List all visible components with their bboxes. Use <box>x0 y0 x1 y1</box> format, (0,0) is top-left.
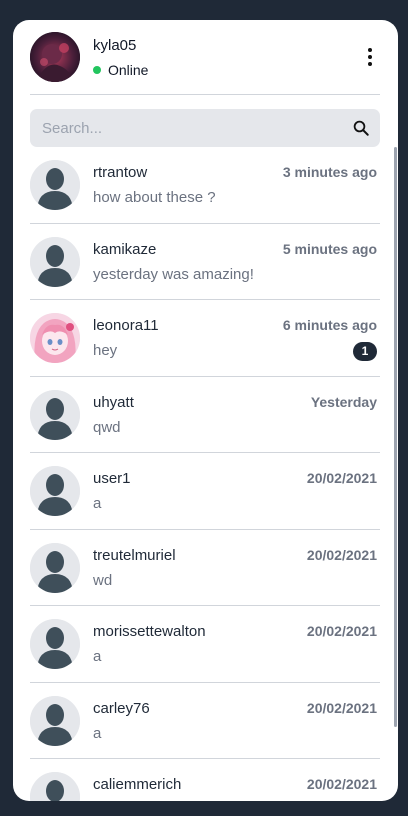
conversation-item[interactable]: kamikaze yesterday was amazing! 5 minute… <box>30 224 380 300</box>
contact-name: leonora11 <box>93 317 159 334</box>
timestamp: 20/02/2021 <box>306 623 377 639</box>
last-message: yesterday was amazing! <box>93 265 254 283</box>
conversation-item[interactable]: leonora11 hey 6 minutes ago 1 <box>30 300 380 377</box>
conversation-item[interactable]: caliemmerich 20/02/2021 <box>30 759 380 801</box>
default-avatar-icon <box>30 160 80 210</box>
last-message: qwd <box>93 418 121 436</box>
last-message: a <box>93 648 102 665</box>
timestamp: 5 minutes ago <box>282 240 377 257</box>
conversation-list: rtrantow how about these ? 3 minutes ago… <box>30 147 380 801</box>
unread-count-badge: 1 <box>353 342 377 361</box>
last-message: wd <box>93 571 113 589</box>
conversation-item[interactable]: uhyatt qwd Yesterday <box>30 377 380 453</box>
more-options-icon[interactable] <box>360 44 380 70</box>
profile-header: kyla05 Online <box>30 32 380 95</box>
status-label: Online <box>108 62 149 78</box>
timestamp: 20/02/2021 <box>306 546 377 563</box>
contact-name: treutelmuriel <box>93 546 176 564</box>
last-message: a <box>93 495 102 512</box>
online-dot-icon <box>93 66 101 74</box>
contact-name: uhyatt <box>93 393 134 411</box>
conversation-item[interactable]: user1 a 20/02/2021 <box>30 453 380 530</box>
username: kyla05 <box>93 37 137 54</box>
chat-list-panel: kyla05 Online rtrantow how about these ?… <box>13 20 398 801</box>
conversation-item[interactable]: morissettewalton a 20/02/2021 <box>30 606 380 683</box>
timestamp: 6 minutes ago <box>282 317 377 333</box>
timestamp: Yesterday <box>310 393 377 410</box>
user-avatar[interactable] <box>30 32 80 82</box>
status-indicator: Online <box>93 62 148 78</box>
default-avatar-icon <box>30 389 80 440</box>
contact-name: morissettewalton <box>93 623 206 640</box>
list-scrollbar[interactable] <box>394 147 397 727</box>
conversation-item[interactable]: treutelmuriel wd 20/02/2021 <box>30 530 380 606</box>
contact-name: carley76 <box>93 699 150 717</box>
default-avatar-icon <box>30 772 80 801</box>
timestamp: 20/02/2021 <box>306 470 377 486</box>
contact-name: user1 <box>93 470 131 487</box>
conversation-item[interactable]: carley76 a 20/02/2021 <box>30 683 380 759</box>
search-input[interactable] <box>30 109 340 147</box>
default-avatar-icon <box>30 619 80 669</box>
default-avatar-icon <box>30 466 80 516</box>
timestamp: 20/02/2021 <box>306 699 377 716</box>
contact-name: caliemmerich <box>93 776 182 793</box>
default-avatar-icon <box>30 542 80 593</box>
timestamp: 20/02/2021 <box>306 776 377 792</box>
search-bar <box>30 109 380 147</box>
last-message: a <box>93 724 102 742</box>
contact-name: rtrantow <box>93 164 148 181</box>
anime-avatar <box>30 313 80 363</box>
search-icon[interactable] <box>352 119 370 137</box>
last-message: hey <box>93 342 118 359</box>
contact-name: kamikaze <box>93 240 157 258</box>
conversation-item[interactable]: rtrantow how about these ? 3 minutes ago <box>30 147 380 224</box>
default-avatar-icon <box>30 695 80 746</box>
last-message: how about these ? <box>93 189 216 206</box>
timestamp: 3 minutes ago <box>282 164 377 180</box>
default-avatar-icon <box>30 236 80 287</box>
